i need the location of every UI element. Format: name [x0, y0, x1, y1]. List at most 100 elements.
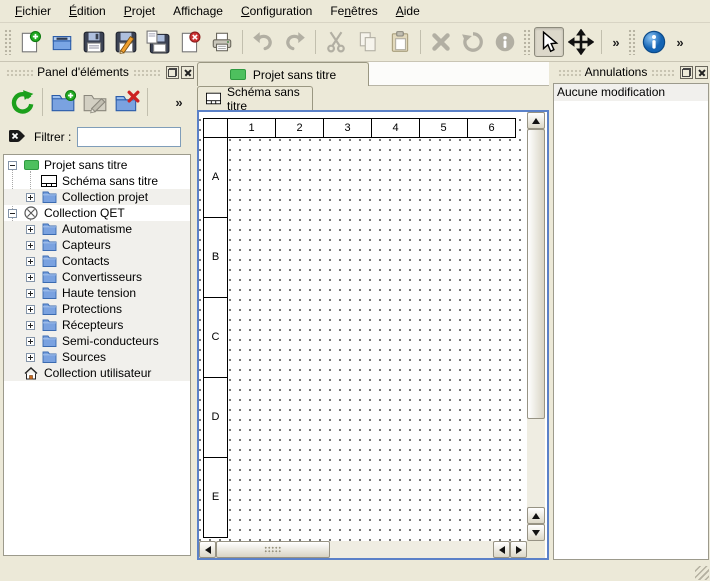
edit-category-icon	[82, 89, 108, 115]
horizontal-scrollbar-thumb[interactable]	[216, 541, 330, 558]
select-mode-button[interactable]	[534, 27, 564, 57]
filter-input[interactable]	[77, 127, 181, 147]
reload-collections-button[interactable]	[7, 87, 37, 117]
float-panel-button[interactable]	[680, 66, 693, 79]
expand-expander-icon[interactable]	[26, 305, 35, 314]
menu-projet[interactable]: Projet	[115, 2, 164, 20]
horizontal-scrollbar[interactable]	[199, 541, 527, 558]
menu-fichier[interactable]: Fichier	[6, 2, 60, 20]
tree-item-label: Projet sans titre	[44, 158, 127, 172]
tree-item-projet-sans-titre[interactable]: Projet sans titre	[4, 157, 190, 173]
close-document-button[interactable]	[175, 27, 205, 57]
tree-item-haute-tension[interactable]: Haute tension	[4, 285, 190, 301]
toolbar-overflow-button[interactable]: »	[671, 27, 689, 57]
tree-item-automatisme[interactable]: Automatisme	[4, 221, 190, 237]
expand-expander-icon[interactable]	[26, 353, 35, 362]
redo-button[interactable]	[280, 27, 310, 57]
expand-expander-icon[interactable]	[26, 225, 35, 234]
edit-category-button[interactable]	[80, 87, 110, 117]
close-panel-button[interactable]	[695, 66, 708, 79]
menu-aide[interactable]: Aide	[387, 2, 429, 20]
panel-overflow-button[interactable]: »	[170, 87, 188, 117]
info-button[interactable]	[490, 27, 520, 57]
clear-filter-button[interactable]	[8, 129, 26, 146]
tree-item-label: Récepteurs	[62, 318, 123, 332]
expand-expander-icon[interactable]	[26, 273, 35, 282]
save-button[interactable]	[79, 27, 109, 57]
expand-expander-icon[interactable]	[26, 193, 35, 202]
tree-item-schema-sans-titre[interactable]: Schéma sans titre	[4, 173, 190, 189]
move-mode-button[interactable]	[566, 27, 596, 57]
expand-expander-icon[interactable]	[26, 337, 35, 346]
scroll-up-button[interactable]	[527, 507, 545, 524]
tree-item-label: Protections	[62, 302, 122, 316]
float-panel-button[interactable]	[166, 66, 179, 79]
folder-icon	[42, 319, 57, 331]
window-resize-grip[interactable]	[695, 566, 709, 580]
tree-item-convertisseurs[interactable]: Convertisseurs	[4, 269, 190, 285]
menu-configuration[interactable]: Configuration	[232, 2, 321, 20]
diagram-info-button[interactable]	[639, 27, 669, 57]
toolbar-handle[interactable]	[4, 29, 12, 55]
tab-schema-sans-titre[interactable]: Schéma sans titre	[197, 86, 313, 110]
collapse-expander-icon[interactable]	[8, 209, 17, 218]
schema-canvas[interactable]: 1 2 3 4 5 6 A B C D E	[199, 112, 527, 541]
menu-edition[interactable]: Édition	[60, 2, 115, 20]
copy-button[interactable]	[353, 27, 383, 57]
open-button[interactable]	[47, 27, 77, 57]
scroll-down-button[interactable]	[527, 524, 545, 541]
tree-item-semi-conducteurs[interactable]: Semi-conducteurs	[4, 333, 190, 349]
undo-button[interactable]	[248, 27, 278, 57]
rotate-button[interactable]	[458, 27, 488, 57]
undo-history-list: Aucune modification	[553, 83, 709, 560]
new-category-button[interactable]	[48, 87, 78, 117]
expand-expander-icon[interactable]	[26, 321, 35, 330]
paste-button[interactable]	[385, 27, 415, 57]
application-window: { "menu": { "items": [ {"pre":"","key":"…	[0, 0, 710, 581]
tree-item-collection-qet[interactable]: Collection QET	[4, 205, 190, 221]
tree-item-collection-utilisateur[interactable]: Collection utilisateur	[4, 365, 190, 381]
scroll-right-button[interactable]	[510, 541, 527, 558]
menu-affichage[interactable]: Affichage	[164, 2, 232, 20]
tree-item-protections[interactable]: Protections	[4, 301, 190, 317]
menu-fenetres[interactable]: Fenêtres	[321, 2, 386, 20]
delete-button[interactable]	[426, 27, 456, 57]
tab-projet-sans-titre[interactable]: Projet sans titre	[197, 62, 369, 86]
expand-expander-icon[interactable]	[26, 257, 35, 266]
toolbar-overflow-button[interactable]: »	[607, 27, 625, 57]
scroll-up-button[interactable]	[527, 112, 545, 129]
tree-item-recepteurs[interactable]: Récepteurs	[4, 317, 190, 333]
tree-item-contacts[interactable]: Contacts	[4, 253, 190, 269]
vertical-scrollbar[interactable]	[527, 112, 545, 541]
folder-icon	[42, 287, 57, 299]
save-all-button[interactable]	[143, 27, 173, 57]
delete-category-button[interactable]	[112, 87, 142, 117]
column-header-3: 3	[323, 118, 372, 138]
tree-item-collection-projet[interactable]: Collection projet	[4, 189, 190, 205]
column-header-6: 6	[467, 118, 516, 138]
scroll-left-button[interactable]	[493, 541, 510, 558]
open-icon	[50, 30, 74, 54]
save-as-button[interactable]	[111, 27, 141, 57]
print-button[interactable]	[207, 27, 237, 57]
new-document-button[interactable]	[15, 27, 45, 57]
expand-expander-icon[interactable]	[26, 289, 35, 298]
toolbar-handle[interactable]	[523, 29, 531, 55]
elements-panel-dock: Panel d'éléments » Filtrer :	[0, 62, 196, 581]
undo-history-item[interactable]: Aucune modification	[554, 84, 708, 101]
main-toolbar: » »	[0, 23, 710, 62]
close-panel-button[interactable]	[181, 66, 194, 79]
scroll-left-button[interactable]	[199, 541, 216, 558]
tree-item-sources[interactable]: Sources	[4, 349, 190, 365]
expand-expander-icon[interactable]	[26, 241, 35, 250]
cut-button[interactable]	[321, 27, 351, 57]
project-tab-bar: Projet sans titre	[196, 62, 550, 86]
vertical-scrollbar-thumb[interactable]	[527, 129, 545, 419]
elements-panel-titlebar[interactable]: Panel d'éléments	[2, 64, 194, 80]
collapse-expander-icon[interactable]	[8, 161, 17, 170]
undo-panel-titlebar[interactable]: Annulations	[554, 64, 708, 80]
schema-column-headers: 1 2 3 4 5 6	[203, 118, 516, 138]
tree-item-capteurs[interactable]: Capteurs	[4, 237, 190, 253]
cursor-icon	[537, 30, 561, 54]
toolbar-handle[interactable]	[628, 29, 636, 55]
